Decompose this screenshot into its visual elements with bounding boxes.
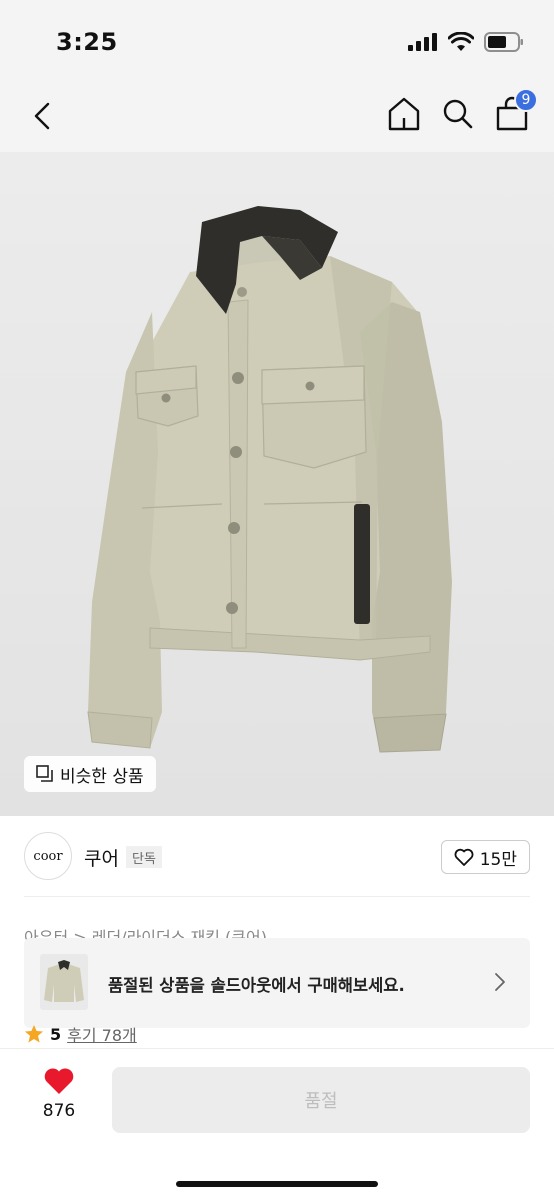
back-button[interactable] bbox=[26, 96, 58, 136]
product-image[interactable]: 비슷한 상품 bbox=[0, 152, 554, 816]
battery-icon bbox=[484, 32, 523, 52]
soldout-banner[interactable]: 품절된 상품을 솔드아웃에서 구매해보세요. bbox=[24, 938, 530, 1028]
banner-thumbnail bbox=[40, 954, 88, 1010]
brand-logo[interactable]: coor bbox=[24, 832, 72, 880]
wish-button[interactable]: 876 bbox=[30, 1067, 88, 1135]
chevron-left-icon bbox=[34, 102, 50, 130]
brand-like-count: 15만 bbox=[479, 849, 517, 870]
home-icon bbox=[388, 97, 420, 131]
jacket-illustration bbox=[87, 206, 452, 753]
brand-name[interactable]: 쿠어 bbox=[84, 844, 119, 871]
home-indicator bbox=[176, 1181, 378, 1187]
cart-button[interactable]: 9 bbox=[492, 88, 538, 134]
wish-count: 876 bbox=[42, 1101, 76, 1121]
review-count-link[interactable]: 후기 78개 bbox=[67, 1022, 137, 1046]
similar-products-label: 비슷한 상품 bbox=[60, 766, 144, 787]
heart-outline-icon bbox=[454, 848, 474, 866]
search-button[interactable] bbox=[438, 94, 478, 134]
cart-count-badge: 9 bbox=[514, 88, 538, 112]
brand-row: coor 쿠어 단독 15만 bbox=[0, 830, 554, 886]
exclusive-tag: 단독 bbox=[126, 846, 162, 868]
chevron-right-icon bbox=[495, 973, 505, 991]
rating-score: 5 bbox=[50, 1024, 62, 1044]
rating-row: 5 후기 78개 bbox=[24, 1022, 137, 1046]
status-time: 3:25 bbox=[56, 28, 118, 56]
search-icon bbox=[443, 99, 473, 129]
soldout-button[interactable]: 품절 bbox=[112, 1067, 530, 1133]
copy-icon bbox=[36, 765, 53, 782]
wifi-icon bbox=[448, 32, 474, 51]
signal-icon bbox=[408, 33, 437, 51]
status-icons bbox=[408, 32, 524, 52]
jacket-thumbnail bbox=[44, 960, 84, 1002]
soldout-banner-text: 품절된 상품을 솔드아웃에서 구매해보세요. bbox=[108, 976, 405, 995]
divider bbox=[24, 896, 530, 897]
similar-products-button[interactable]: 비슷한 상품 bbox=[24, 756, 156, 792]
home-button[interactable] bbox=[384, 94, 424, 134]
star-icon bbox=[25, 1025, 43, 1043]
heart-filled-icon bbox=[44, 1068, 74, 1094]
nav-bar: 9 bbox=[0, 80, 554, 152]
bottom-bar: 876 품절 bbox=[0, 1048, 554, 1200]
status-bar: 3:25 bbox=[0, 0, 554, 80]
brand-like-button[interactable]: 15만 bbox=[440, 840, 530, 874]
